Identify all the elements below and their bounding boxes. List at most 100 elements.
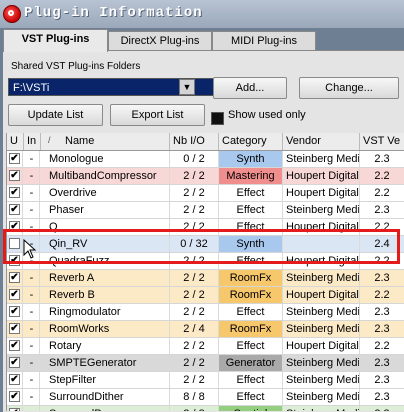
table-row[interactable]: ✔ - Monologue 0 / 2 Synth Steinberg Media 2.3: [7, 151, 404, 168]
vendor-cell: Steinberg Media: [283, 321, 360, 337]
table-row[interactable]: ✔ - RoomWorks 2 / 4 RoomFx Steinberg Media 2.3: [7, 321, 404, 338]
vendor-cell: Houpert Digital A: [283, 168, 360, 184]
column-header-in[interactable]: In: [24, 133, 41, 150]
used-cell: ✔: [7, 202, 23, 218]
io-cell: 2 / 2: [170, 253, 219, 269]
name-cell: SurroundDither: [41, 389, 170, 405]
in-cell: -: [24, 372, 40, 388]
vendor-cell: Steinberg Media: [283, 202, 360, 218]
title-bar[interactable]: Plug-in Information: [0, 0, 404, 28]
in-cell: -: [24, 202, 40, 218]
used-cell: ✔: [7, 389, 23, 405]
version-cell: 2.3: [360, 406, 404, 411]
export-list-button[interactable]: Export List: [110, 104, 205, 126]
update-list-button[interactable]: Update List: [8, 104, 103, 126]
folders-label: Shared VST Plug-ins Folders: [11, 61, 141, 72]
used-cell: ✔: [7, 151, 23, 167]
used-checkbox[interactable]: ✔: [9, 357, 20, 368]
used-cell: ✔: [7, 270, 23, 286]
category-cell: Spatial: [219, 406, 283, 411]
used-cell: ✔: [7, 304, 23, 320]
table-row[interactable]: ✔-Rotary2 / 2EffectHoupert Digital A2.2: [7, 338, 404, 355]
column-header-u[interactable]: U: [7, 133, 24, 150]
used-checkbox[interactable]: ✔: [9, 306, 20, 317]
category-cell: Effect: [219, 372, 283, 388]
chevron-down-icon[interactable]: ▼: [179, 79, 195, 95]
category-cell: RoomFx: [219, 270, 283, 286]
io-cell: 2 / 4: [170, 321, 219, 337]
vendor-cell: Steinberg Media: [283, 270, 360, 286]
used-checkbox[interactable]: ✔: [9, 323, 20, 334]
used-checkbox[interactable]: ✔: [9, 153, 20, 164]
used-checkbox[interactable]: [9, 238, 20, 249]
in-cell: -: [24, 406, 40, 411]
column-header-vendor[interactable]: Vendor: [283, 133, 360, 150]
category-cell: Mastering: [219, 168, 283, 184]
used-checkbox[interactable]: ✔: [9, 340, 20, 351]
used-cell: ✔: [7, 338, 23, 354]
vendor-cell: Steinberg Media: [283, 406, 360, 411]
used-checkbox[interactable]: ✔: [9, 289, 20, 300]
io-cell: 2 / 2: [170, 202, 219, 218]
in-cell: -: [24, 219, 40, 235]
used-checkbox[interactable]: ✔: [9, 391, 20, 402]
column-header-version[interactable]: VST Ve: [360, 133, 404, 150]
table-row[interactable]: ✔-Reverb B2 / 2RoomFxHoupert Digital A2.…: [7, 287, 404, 304]
version-cell: 2.3: [360, 355, 404, 371]
in-cell: -: [24, 304, 40, 320]
add-folder-button[interactable]: Add...: [213, 77, 287, 99]
table-row[interactable]: ✔ - Phaser 2 / 2 Effect Steinberg Media 2.3: [7, 202, 404, 219]
table-row[interactable]: ✔-Overdrive2 / 2EffectHoupert Digital A2…: [7, 185, 404, 202]
table-row[interactable]: ✔ - SMPTEGenerator 2 / 2 Generator Steinberg …: [7, 355, 404, 372]
used-checkbox[interactable]: ✔: [9, 187, 20, 198]
in-cell: -: [24, 389, 40, 405]
window-title: Plug-in Information: [24, 5, 203, 21]
used-checkbox[interactable]: ✔: [9, 204, 20, 215]
vendor-cell: Houpert Digital A: [283, 253, 360, 269]
name-cell: Reverb A: [41, 270, 170, 286]
version-cell: 2.2: [360, 185, 404, 201]
category-cell: Synth: [219, 151, 283, 167]
table-row[interactable]: - Qin_RV 0 / 32 Synth 2.4: [7, 236, 404, 253]
column-header-category[interactable]: Category: [219, 133, 283, 150]
tab-midi-plugins[interactable]: MIDI Plug-ins: [212, 31, 316, 51]
table-row[interactable]: ✔ - Reverb A2 / 2 RoomFx Steinberg Media 2.3: [7, 270, 404, 287]
used-checkbox[interactable]: ✔: [9, 255, 20, 266]
name-cell: Phaser: [41, 202, 170, 218]
table-header: U In Name Nb I/O Category Vendor VST Ve: [7, 133, 404, 151]
category-cell: Effect: [219, 304, 283, 320]
version-cell: 2.3: [360, 151, 404, 167]
table-row[interactable]: ✔-Q2 / 2EffectHoupert Digital A2.2: [7, 219, 404, 236]
category-cell: RoomFx: [219, 321, 283, 337]
show-used-only-checkbox[interactable]: [211, 112, 224, 125]
category-cell: Effect: [219, 338, 283, 354]
used-cell: ✔: [7, 355, 23, 371]
used-checkbox[interactable]: ✔: [9, 374, 20, 385]
table-row[interactable]: ✔ - MultibandCompressor 2 / 2 Mastering Houpe…: [7, 168, 404, 185]
in-cell: -: [24, 355, 40, 371]
table-row[interactable]: ✔-SurroundPan2 / 8SpatialSteinberg Media…: [7, 406, 404, 411]
version-cell: 2.3: [360, 304, 404, 320]
version-cell: 2.3: [360, 372, 404, 388]
table-row[interactable]: ✔ - SurroundDither 8 / 8 Effect Steinberg Med…: [7, 389, 404, 406]
vendor-cell: Steinberg Media: [283, 304, 360, 320]
table-row[interactable]: ✔ - StepFilter 2 / 2 Effect Steinberg Media 2.…: [7, 372, 404, 389]
used-checkbox[interactable]: ✔: [9, 170, 20, 181]
category-cell: Effect: [219, 219, 283, 235]
change-folder-button[interactable]: Change...: [299, 77, 399, 99]
in-cell: -: [24, 270, 40, 286]
used-checkbox[interactable]: ✔: [9, 272, 20, 283]
vendor-cell: Houpert Digital A: [283, 338, 360, 354]
io-cell: 8 / 8: [170, 389, 219, 405]
name-cell: QuadraFuzz: [41, 253, 170, 269]
column-header-name[interactable]: Name: [41, 133, 170, 150]
table-row[interactable]: ✔ - Ringmodulator 2 / 2 Effect Steinberg Medi…: [7, 304, 404, 321]
tab-vst-plugins[interactable]: VST Plug-ins: [3, 29, 108, 52]
version-cell: 2.3: [360, 270, 404, 286]
used-cell: ✔: [7, 372, 23, 388]
table-row[interactable]: ✔-QuadraFuzz2 / 2EffectHoupert Digital A…: [7, 253, 404, 270]
column-header-io[interactable]: Nb I/O: [170, 133, 219, 150]
in-cell: -: [24, 151, 40, 167]
tab-directx-plugins[interactable]: DirectX Plug-ins: [108, 31, 212, 51]
used-checkbox[interactable]: ✔: [9, 221, 20, 232]
